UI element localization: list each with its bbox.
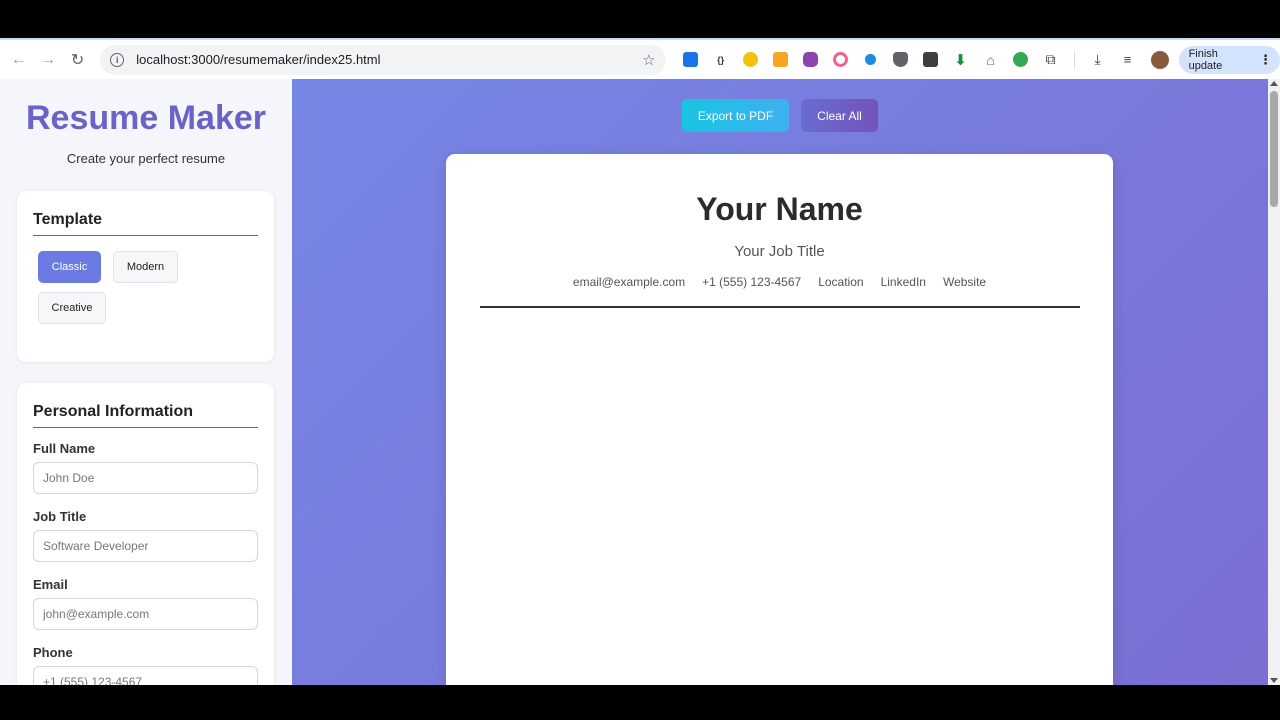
toolbar-divider <box>1073 50 1075 69</box>
brand-title: Resume Maker <box>25 99 266 137</box>
site-info-icon[interactable]: i <box>110 52 125 67</box>
screen-bottom-bar <box>0 685 1280 720</box>
extension-globe-icon[interactable] <box>1008 47 1034 73</box>
media-controls-icon[interactable]: ≡ <box>1115 47 1141 73</box>
template-card: Template Classic Modern Creative <box>17 191 274 362</box>
export-pdf-button[interactable]: Export to PDF <box>682 99 789 132</box>
template-modern-button[interactable]: Modern <box>113 251 178 283</box>
sidebar: Resume Maker Create your perfect resume … <box>0 79 292 685</box>
preview-area: Export to PDF Clear All Your Name Your J… <box>292 79 1268 685</box>
extension-ring-icon[interactable] <box>828 47 854 73</box>
email-label: Email <box>33 577 68 592</box>
extension-snowflake-icon[interactable] <box>678 47 704 73</box>
finish-update-button[interactable]: Finish update ⋮ <box>1178 45 1280 74</box>
page-viewport: Resume Maker Create your perfect resume … <box>0 79 1280 685</box>
contact-linkedin: LinkedIn <box>880 275 926 289</box>
contact-website: Website <box>942 275 987 289</box>
address-bar[interactable]: i localhost:3000/resumemaker/index25.htm… <box>100 44 666 75</box>
job-title-label: Job Title <box>33 509 87 524</box>
extension-blue-dot-icon[interactable] <box>858 47 884 73</box>
scroll-thumb[interactable] <box>1270 91 1278 207</box>
header-divider <box>480 306 1080 308</box>
extensions-bar: {​} ⬇ ⌂ ⧉ ⤓ ≡ <box>678 47 1169 73</box>
resume-contacts: email@example.com +1 (555) 123-4567 Loca… <box>446 275 1113 289</box>
phone-input[interactable] <box>33 666 258 685</box>
contact-email: email@example.com <box>572 275 686 289</box>
menu-dots-icon[interactable]: ⋮ <box>1259 52 1272 68</box>
forward-button[interactable]: → <box>33 45 62 75</box>
browser-toolbar: ← → ↻ i localhost:3000/resumemaker/index… <box>0 38 1280 79</box>
personal-info-card: Personal Information Full Name Job Title… <box>17 383 274 685</box>
brand-tagline: Create your perfect resume <box>66 151 226 166</box>
finish-update-label: Finish update <box>1188 47 1223 72</box>
extension-shield-icon[interactable] <box>888 47 914 73</box>
full-name-input[interactable] <box>33 462 258 494</box>
extension-purple-icon[interactable] <box>798 47 824 73</box>
clear-all-button[interactable]: Clear All <box>801 99 878 132</box>
screen-top-bar <box>0 0 1280 38</box>
template-creative-button[interactable]: Creative <box>38 292 106 324</box>
extension-yellow-icon[interactable] <box>738 47 764 73</box>
scroll-down-arrow-icon[interactable] <box>1270 678 1278 683</box>
contact-phone: +1 (555) 123-4567 <box>702 275 802 289</box>
back-button[interactable]: ← <box>4 45 33 75</box>
extensions-puzzle-icon[interactable]: ⧉ <box>1038 47 1064 73</box>
personal-section-title: Personal Information <box>33 383 258 428</box>
phone-label: Phone <box>33 645 73 660</box>
resume-name: Your Name <box>696 191 863 227</box>
contact-location: Location <box>818 275 864 289</box>
template-classic-button[interactable]: Classic <box>38 251 101 283</box>
full-name-label: Full Name <box>33 441 96 456</box>
downloads-icon[interactable]: ⤓ <box>1085 47 1111 73</box>
bookmark-star-icon[interactable]: ☆ <box>642 51 655 69</box>
template-section-title: Template <box>33 191 258 236</box>
scroll-up-arrow-icon[interactable] <box>1270 81 1278 86</box>
page-scrollbar[interactable] <box>1268 79 1280 685</box>
email-input[interactable] <box>33 598 258 630</box>
extension-download-arrow-icon[interactable]: ⬇ <box>948 47 974 73</box>
url-text[interactable]: localhost:3000/resumemaker/index25.html <box>136 52 642 67</box>
resume-job-title: Your Job Title <box>734 243 825 260</box>
extension-orange-icon[interactable] <box>768 47 794 73</box>
job-title-input[interactable] <box>33 530 258 562</box>
extension-home-icon[interactable]: ⌂ <box>978 47 1004 73</box>
extension-box-icon[interactable] <box>918 47 944 73</box>
reload-button[interactable]: ↻ <box>63 45 92 75</box>
profile-avatar[interactable] <box>1150 50 1169 69</box>
extension-json-icon[interactable]: {​} <box>708 47 734 73</box>
resume-preview: Your Name Your Job Title email@example.c… <box>446 154 1113 685</box>
